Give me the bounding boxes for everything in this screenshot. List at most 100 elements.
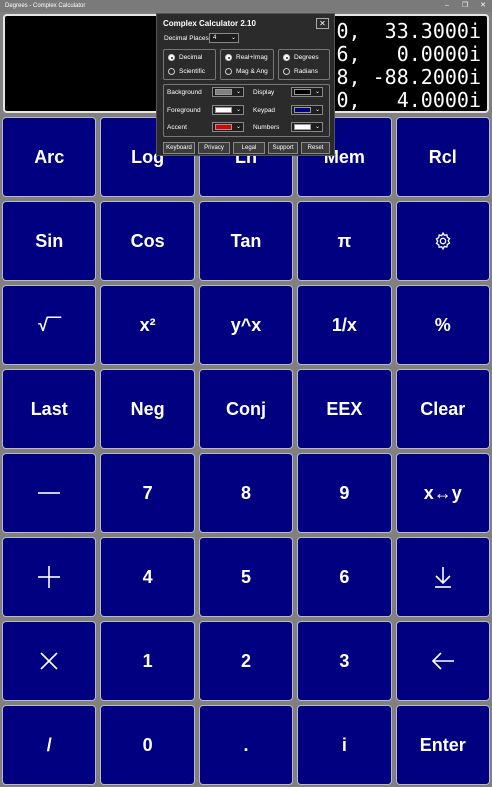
keyboard-button[interactable]: Keyboard	[163, 142, 195, 154]
radio-real-imag[interactable]: Real+Imag	[225, 54, 268, 61]
radio-mag-ang[interactable]: Mag & Ang	[225, 68, 268, 75]
stack-line-2: 8, -88.2000i	[336, 65, 482, 89]
stack-line-1: 0, 4.0000i	[336, 88, 482, 112]
key-sin[interactable]: Sin	[2, 201, 97, 281]
key-conj[interactable]: Conj	[198, 369, 294, 449]
key-square[interactable]: x²	[100, 285, 195, 365]
stack-line-4: 0, 33.3000i	[336, 19, 482, 43]
decimal-places-select[interactable]: 4 ⌄	[209, 33, 239, 43]
key-last[interactable]: Last	[2, 369, 97, 449]
stack-line-3: 6, 0.0000i	[336, 42, 482, 66]
key-4[interactable]: 4	[100, 537, 195, 617]
key-label: π	[337, 230, 352, 251]
minus-key[interactable]	[2, 453, 97, 533]
key-3[interactable]: 3	[297, 621, 392, 701]
enter-down-key[interactable]	[395, 537, 490, 617]
radio-degrees[interactable]: Degrees	[283, 54, 319, 61]
radio-scientific[interactable]: Scientific	[168, 68, 205, 75]
key-arc[interactable]: Arc	[2, 117, 97, 197]
radio-label: Degrees	[294, 54, 319, 61]
key-cos[interactable]: Cos	[100, 201, 195, 281]
key-label: 0	[142, 734, 153, 755]
key-swap[interactable]: x↔y	[395, 453, 490, 533]
close-window-button[interactable]: ✕	[474, 0, 492, 12]
maximize-button[interactable]: ❐	[456, 0, 474, 12]
multiply-key[interactable]	[2, 621, 97, 701]
key-7[interactable]: 7	[100, 453, 195, 533]
legal-button[interactable]: Legal	[233, 142, 265, 154]
radio-dot	[283, 54, 290, 61]
radio-label: Scientific	[179, 68, 206, 75]
chevron-down-icon: ⌄	[314, 124, 320, 130]
key-label: Neg	[130, 398, 165, 419]
chevron-down-icon: ⌄	[314, 107, 320, 113]
gear-icon	[433, 231, 453, 251]
key-label: %	[434, 314, 451, 335]
key-sqrt[interactable]: √‾‾	[2, 285, 97, 365]
key-8[interactable]: 8	[198, 453, 294, 533]
window-title: Degrees - Complex Calculator	[5, 3, 86, 9]
reset-button[interactable]: Reset	[301, 142, 330, 154]
key-pi[interactable]: π	[297, 201, 392, 281]
privacy-button[interactable]: Privacy	[198, 142, 230, 154]
key-rcl[interactable]: Rcl	[395, 117, 490, 197]
key-percent[interactable]: %	[395, 285, 490, 365]
radio-dot	[225, 68, 232, 75]
plus-icon	[38, 566, 61, 588]
support-button[interactable]: Support	[268, 142, 298, 154]
key-label: Sin	[35, 230, 64, 251]
key-2[interactable]: 2	[198, 621, 294, 701]
plus-key[interactable]	[2, 537, 97, 617]
key-tan[interactable]: Tan	[198, 201, 294, 281]
keypad-color-select[interactable]: ⌄	[291, 105, 323, 115]
key-label: 1	[142, 650, 153, 671]
radio-label: Decimal	[179, 54, 203, 61]
accent-color-label: Accent	[167, 124, 187, 131]
radio-dot	[168, 54, 175, 61]
radio-dot	[283, 68, 290, 75]
key-label: i	[341, 734, 347, 755]
color-swatch	[215, 107, 232, 113]
dialog-title: Complex Calculator 2.10	[163, 19, 256, 28]
color-swatch	[294, 89, 311, 95]
backspace-key[interactable]	[395, 621, 490, 701]
minimize-button[interactable]: –	[438, 0, 456, 12]
key-eex[interactable]: EEX	[297, 369, 392, 449]
radio-radians[interactable]: Radians	[283, 68, 318, 75]
window-controls: – ❐ ✕	[438, 0, 492, 12]
display-color-select[interactable]: ⌄	[291, 87, 323, 97]
chevron-down-icon: ⌄	[314, 89, 320, 95]
key-reciprocal[interactable]: 1/x	[297, 285, 392, 365]
key-i[interactable]: i	[297, 705, 392, 785]
key-9[interactable]: 9	[297, 453, 392, 533]
key-label: x²	[139, 314, 156, 335]
key-power[interactable]: y^x	[198, 285, 294, 365]
settings-dialog: Complex Calculator 2.10 ✕ Decimal Places…	[156, 13, 335, 156]
key-enter[interactable]: Enter	[395, 705, 490, 785]
chevron-down-icon: ⌄	[235, 89, 241, 95]
background-color-select[interactable]: ⌄	[212, 87, 244, 97]
numbers-color-select[interactable]: ⌄	[291, 122, 323, 132]
key-neg[interactable]: Neg	[100, 369, 195, 449]
radio-decimal[interactable]: Decimal	[168, 54, 202, 61]
key-1[interactable]: 1	[100, 621, 195, 701]
dialog-close-button[interactable]: ✕	[316, 18, 329, 29]
accent-color-select[interactable]: ⌄	[212, 122, 244, 132]
key-5[interactable]: 5	[198, 537, 294, 617]
key-label: 6	[339, 566, 350, 587]
key-divide[interactable]: /	[2, 705, 97, 785]
foreground-color-select[interactable]: ⌄	[212, 105, 244, 115]
key-clear[interactable]: Clear	[395, 369, 490, 449]
color-swatch	[294, 124, 311, 130]
color-swatch	[215, 89, 232, 95]
gear-key[interactable]	[395, 201, 490, 281]
multiply-icon	[40, 652, 58, 670]
key-decimal-point[interactable]: .	[198, 705, 294, 785]
key-label: 4	[142, 566, 153, 587]
key-0[interactable]: 0	[100, 705, 195, 785]
numbers-color-label: Numbers	[253, 124, 280, 131]
key-label: Conj	[225, 398, 266, 419]
complex-format-group: Real+Imag Mag & Ang	[220, 49, 274, 80]
chevron-down-icon: ⌄	[230, 35, 236, 41]
key-6[interactable]: 6	[297, 537, 392, 617]
